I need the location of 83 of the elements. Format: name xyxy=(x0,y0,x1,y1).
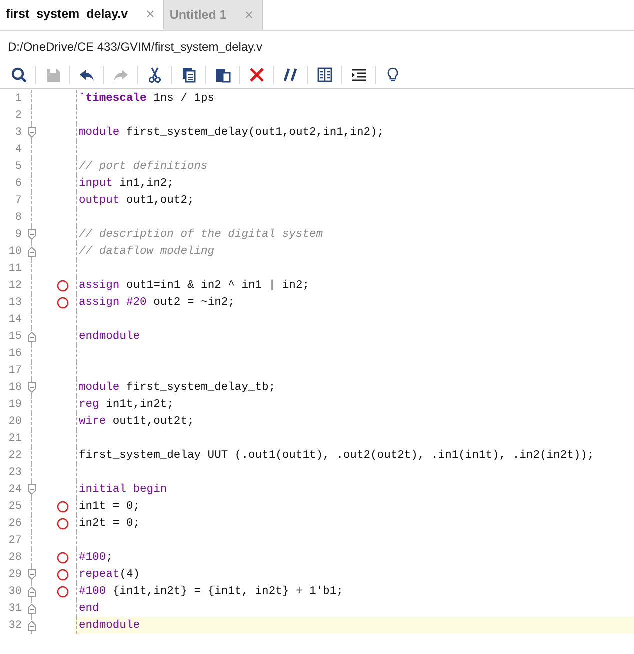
breakpoint-icon[interactable] xyxy=(57,552,69,564)
fold-icon[interactable] xyxy=(27,126,37,138)
breakpoint-icon[interactable] xyxy=(57,280,69,292)
fold-icon[interactable] xyxy=(27,228,37,240)
line-number: 8 xyxy=(14,212,22,224)
line-number: 9 xyxy=(14,228,22,240)
paste-button[interactable] xyxy=(214,66,231,84)
line-number: 22 xyxy=(8,450,22,462)
fold-icon[interactable] xyxy=(27,568,37,580)
code-line: first_system_delay UUT (.out1(out1t), .out2(out2t), .in1(in1t), .in2(in2t)); xyxy=(78,450,594,462)
line-number: 17 xyxy=(8,364,22,376)
indent-button[interactable] xyxy=(350,66,367,84)
code-line: reg in1t,in2t; xyxy=(78,398,174,410)
line-number: 10 xyxy=(8,246,22,258)
breakpoint-icon[interactable] xyxy=(57,568,69,580)
comment-button[interactable] xyxy=(282,66,299,84)
line-number: 11 xyxy=(8,262,22,274)
code-line: in2t = 0; xyxy=(78,518,140,530)
code-line: // port definitions xyxy=(78,160,208,172)
code-line: module first_system_delay_tb; xyxy=(78,382,276,394)
breakpoint-icon[interactable] xyxy=(57,518,69,530)
line-number: 20 xyxy=(8,416,22,428)
code-line: in1t = 0; xyxy=(78,500,140,512)
code-line: assign out1=in1 & in2 ^ in1 | in2; xyxy=(78,280,310,292)
line-number: 25 xyxy=(8,500,22,512)
delete-button[interactable] xyxy=(248,66,265,84)
code-line: wire out1t,out2t; xyxy=(78,416,194,428)
line-number: 13 xyxy=(8,296,22,308)
copy-button[interactable] xyxy=(180,66,197,84)
line-number: 3 xyxy=(14,126,22,138)
file-path: D:/OneDrive/CE 433/GVIM/first_system_delay.v xyxy=(8,40,263,54)
line-number: 23 xyxy=(8,466,22,478)
fold-icon[interactable] xyxy=(27,382,37,394)
code-line: endmodule xyxy=(78,330,140,342)
line-number: 1 xyxy=(14,92,22,104)
editor-tab[interactable]: Untitled 1 × xyxy=(164,0,263,30)
code-line: initial begin xyxy=(78,484,168,496)
line-number: 4 xyxy=(14,144,22,156)
line-number: 16 xyxy=(8,348,22,360)
code-line: #100; xyxy=(78,552,113,564)
line-number: 27 xyxy=(8,534,22,546)
line-number: 12 xyxy=(8,280,22,292)
breakpoint-icon[interactable] xyxy=(57,586,69,598)
code-line: // description of the digital system xyxy=(78,228,324,240)
fold-icon[interactable] xyxy=(27,484,37,496)
fold-icon[interactable] xyxy=(27,586,37,598)
line-number: 6 xyxy=(14,178,22,190)
line-number: 28 xyxy=(8,552,22,564)
line-number: 30 xyxy=(8,586,22,598)
fold-icon[interactable] xyxy=(27,246,37,258)
line-number: 7 xyxy=(14,194,22,206)
breakpoint-icon[interactable] xyxy=(57,500,69,512)
line-number: 24 xyxy=(8,484,22,496)
scissors-button[interactable] xyxy=(146,66,163,84)
fold-icon[interactable] xyxy=(27,602,37,614)
code-line: // dataflow modeling xyxy=(78,246,215,258)
line-number: 19 xyxy=(8,398,22,410)
code-line: #100 {in1t,in2t} = {in1t, in2t} + 1'b1; xyxy=(78,586,344,598)
code-line: assign #20 out2 = ~in2; xyxy=(78,296,235,308)
line-number: 14 xyxy=(8,314,22,326)
search-button[interactable] xyxy=(10,66,27,84)
line-number: 29 xyxy=(8,568,22,580)
line-number: 21 xyxy=(8,432,22,444)
code-line: module first_system_delay(out1,out2,in1,in2); xyxy=(78,126,384,138)
breakpoint-icon[interactable] xyxy=(57,296,69,308)
fold-icon[interactable] xyxy=(27,330,37,342)
columns-button[interactable] xyxy=(316,66,333,84)
close-icon[interactable]: × xyxy=(146,6,155,22)
code-line: `timescale 1ns / 1ps xyxy=(78,92,215,104)
line-number: 32 xyxy=(8,620,22,632)
line-number: 18 xyxy=(8,382,22,394)
close-icon[interactable]: × xyxy=(244,6,254,24)
code-line: repeat(4) xyxy=(78,568,140,580)
line-number: 15 xyxy=(8,330,22,342)
line-number: 2 xyxy=(14,110,22,122)
code-line: end xyxy=(78,602,100,614)
line-number: 26 xyxy=(8,518,22,530)
code-line: endmodule xyxy=(78,620,140,632)
line-number: 5 xyxy=(14,160,22,172)
line-number: 31 xyxy=(8,602,22,614)
code-line: output out1,out2; xyxy=(78,194,194,206)
code-line: input in1,in2; xyxy=(78,178,174,190)
fold-icon[interactable] xyxy=(27,620,37,632)
